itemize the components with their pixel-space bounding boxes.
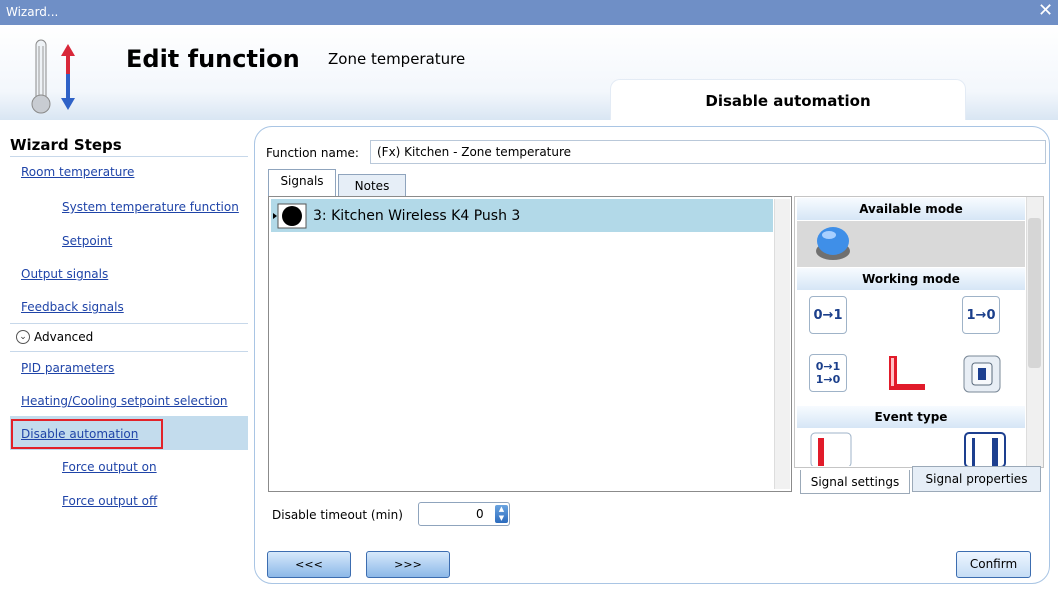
- push-button-signal-icon: [273, 203, 307, 229]
- page-title: Edit function: [126, 45, 300, 73]
- stepper-arrows-icon[interactable]: ▲ ▼: [495, 505, 508, 523]
- scrollbar[interactable]: [774, 199, 790, 489]
- sidebar-item-room-temperature[interactable]: Room temperature: [21, 165, 134, 179]
- previous-button[interactable]: <<<: [267, 551, 351, 578]
- disable-timeout-label: Disable timeout (min): [272, 508, 403, 522]
- disable-timeout-value[interactable]: 0: [476, 507, 484, 521]
- push-button-icon[interactable]: [813, 223, 855, 263]
- divider: [10, 323, 248, 324]
- sidebar-item-force-output-off[interactable]: Force output off: [62, 494, 157, 508]
- event-falling-icon[interactable]: [964, 432, 1006, 466]
- switch-icon[interactable]: [962, 354, 1002, 394]
- signal-list: [268, 196, 792, 492]
- mode-toggle-icon[interactable]: 0→1 1→0: [809, 354, 847, 392]
- event-type-heading: Event type: [797, 406, 1025, 428]
- confirm-button[interactable]: Confirm: [956, 551, 1031, 578]
- wizard-steps-heading: Wizard Steps: [10, 136, 122, 154]
- next-button[interactable]: >>>: [366, 551, 450, 578]
- window-title: Wizard...: [6, 5, 59, 19]
- sidebar-item-feedback-signals[interactable]: Feedback signals: [21, 300, 124, 314]
- sidebar-item-setpoint[interactable]: Setpoint: [62, 234, 112, 248]
- tab-signal-properties[interactable]: Signal properties: [912, 466, 1041, 492]
- window-titlebar: Wizard... ✕: [0, 0, 1058, 25]
- mode-0-to-1-icon[interactable]: 0→1: [809, 296, 847, 334]
- sidebar-item-force-output-on[interactable]: Force output on: [62, 460, 157, 474]
- sidebar-item-advanced[interactable]: Advanced: [34, 330, 93, 344]
- selected-step-highlight: [11, 419, 163, 449]
- thermometer-icon: [31, 39, 75, 114]
- sidebar-item-output-signals[interactable]: Output signals: [21, 267, 108, 281]
- current-step-tab: Disable automation: [610, 79, 966, 120]
- divider: [10, 156, 248, 157]
- scrollbar-thumb[interactable]: [1028, 218, 1041, 368]
- chevron-down-icon[interactable]: ⌄: [16, 330, 30, 344]
- timed-pulse-icon[interactable]: [885, 354, 929, 394]
- mode-1-to-0-icon[interactable]: 1→0: [962, 296, 1000, 334]
- tab-notes[interactable]: Notes: [338, 174, 406, 198]
- close-icon[interactable]: ✕: [1038, 0, 1053, 21]
- function-type-label: Zone temperature: [328, 50, 466, 68]
- tab-signal-settings[interactable]: Signal settings: [800, 470, 910, 494]
- available-mode-heading: Available mode: [797, 198, 1025, 220]
- sidebar-item-heating-cooling-setpoint-selection[interactable]: Heating/Cooling setpoint selection: [21, 394, 228, 408]
- function-name-input[interactable]: (Fx) Kitchen - Zone temperature: [370, 140, 1046, 164]
- wizard-steps-sidebar: [8, 122, 252, 589]
- function-name-label: Function name:: [266, 146, 359, 160]
- sidebar-item-pid-parameters[interactable]: PID parameters: [21, 361, 114, 375]
- event-rising-icon[interactable]: [810, 432, 852, 466]
- working-mode-heading: Working mode: [797, 268, 1025, 290]
- signal-label: 3: Kitchen Wireless K4 Push 3: [313, 208, 521, 224]
- divider: [10, 351, 248, 352]
- sidebar-item-system-temperature-function[interactable]: System temperature function: [62, 200, 239, 214]
- tab-signals[interactable]: Signals: [268, 169, 336, 196]
